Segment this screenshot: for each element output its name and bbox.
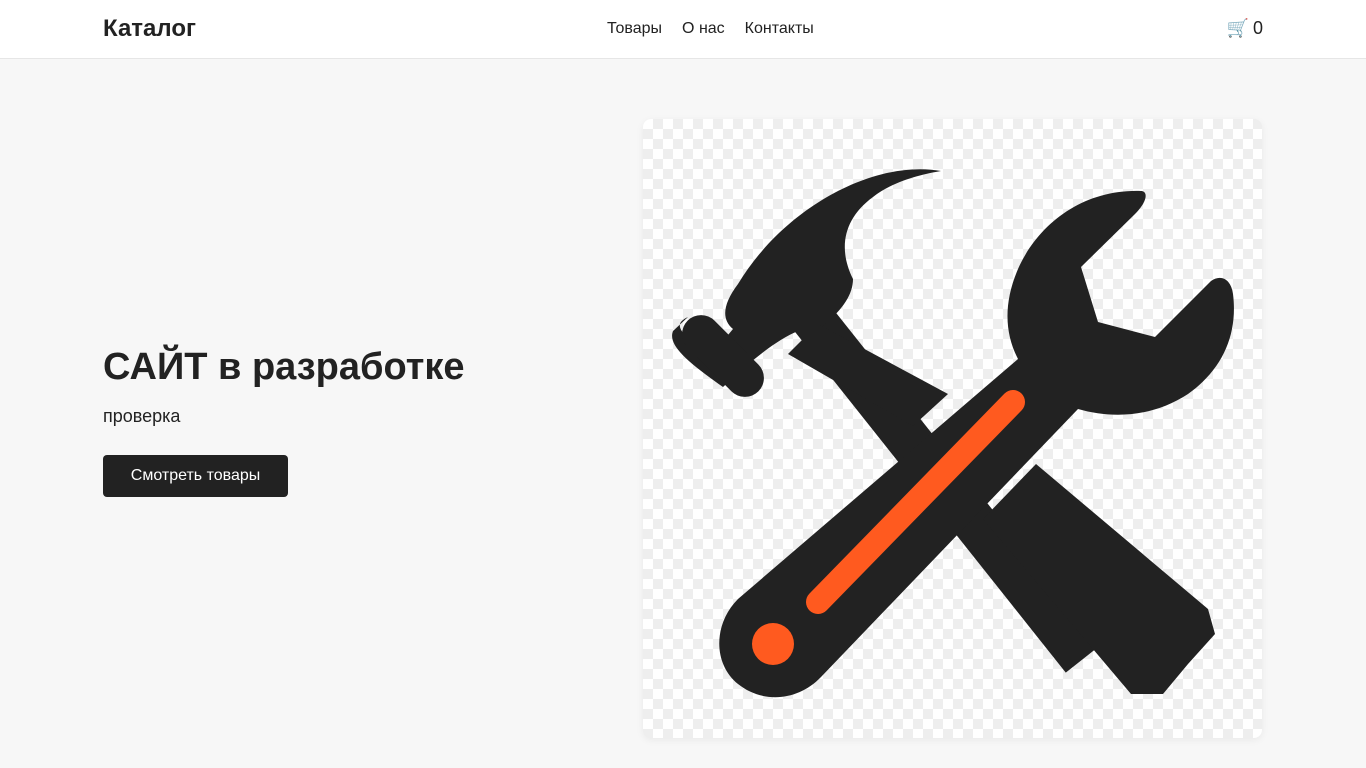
view-products-button[interactable]: Смотреть товары [103, 455, 288, 497]
hero-image [643, 119, 1262, 738]
wrench-accent-dot [752, 623, 794, 665]
cart-icon: 🛒 [1226, 18, 1249, 38]
site-logo[interactable]: Каталог [103, 15, 196, 43]
main-nav: Товары О нас Контакты [607, 19, 814, 39]
cart-button[interactable]: 🛒 0 [1227, 17, 1263, 39]
cart-count: 0 [1252, 18, 1263, 38]
nav-link-contacts[interactable]: Контакты [745, 19, 814, 39]
site-header: Каталог Товары О нас Контакты 🛒 0 [0, 0, 1366, 59]
nav-link-about[interactable]: О нас [682, 19, 725, 39]
nav-link-products[interactable]: Товары [607, 19, 662, 39]
hero-subtitle: проверка [103, 406, 181, 426]
hero-title: САЙТ в разработке [103, 346, 465, 388]
hammer-and-wrench-icon [672, 169, 1234, 698]
